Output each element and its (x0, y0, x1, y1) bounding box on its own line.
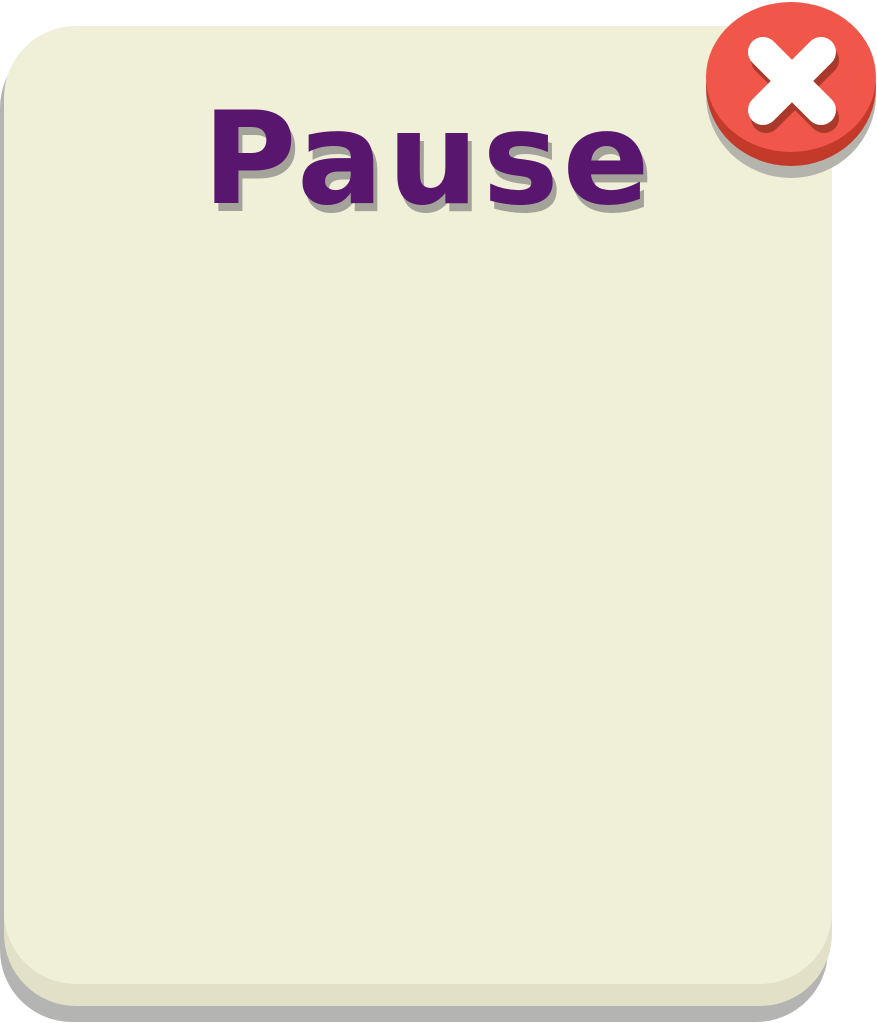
close-button[interactable] (706, 2, 876, 178)
close-icon (748, 37, 839, 133)
pause-dialog: Pause (0, 0, 877, 1023)
